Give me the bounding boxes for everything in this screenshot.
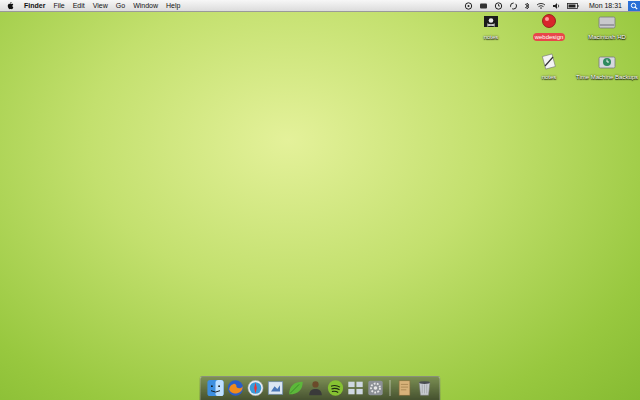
status-icon[interactable] xyxy=(479,2,488,10)
spotify-icon[interactable] xyxy=(327,379,345,397)
battery-icon[interactable] xyxy=(567,2,579,10)
desktop-icon[interactable]: Time Machine Backups xyxy=(578,52,636,90)
backup-icon xyxy=(597,52,617,72)
desktop-icon[interactable]: notes xyxy=(520,52,578,90)
clock[interactable]: Mon 18:31 xyxy=(589,0,622,11)
menu-item[interactable]: Help xyxy=(166,0,180,11)
desktop-icon[interactable]: notes xyxy=(462,12,520,50)
file-icon xyxy=(539,52,559,72)
timemachine-icon[interactable] xyxy=(494,2,503,10)
wifi-icon[interactable] xyxy=(536,2,546,10)
user-icon[interactable] xyxy=(307,379,325,397)
dock-separator xyxy=(390,380,391,396)
flag-icon xyxy=(481,12,501,32)
documents-icon[interactable] xyxy=(396,379,414,397)
desktop-icon[interactable]: Macintosh HD xyxy=(578,12,636,50)
volume-icon[interactable] xyxy=(552,2,561,10)
safari-icon[interactable] xyxy=(247,379,265,397)
system-preferences-icon[interactable] xyxy=(367,379,385,397)
menu-item[interactable]: Window xyxy=(133,0,158,11)
trash-icon[interactable] xyxy=(416,379,434,397)
firefox-icon[interactable] xyxy=(227,379,245,397)
desktop-icons: Macintosh HD Time Machine Backups webdes… xyxy=(462,12,636,90)
folder-icon xyxy=(539,12,559,32)
bluetooth-icon[interactable] xyxy=(524,2,530,10)
app-menu[interactable]: Finder xyxy=(24,0,45,11)
finder-icon[interactable] xyxy=(207,379,225,397)
menu-item[interactable]: View xyxy=(93,0,108,11)
desktop: Finder File Edit View Go Window Help Mon 18:3… xyxy=(0,0,640,400)
menu-item[interactable]: File xyxy=(53,0,64,11)
dock xyxy=(200,376,441,400)
spaces-icon[interactable] xyxy=(347,379,365,397)
apple-icon[interactable] xyxy=(6,1,14,10)
leaf-icon[interactable] xyxy=(287,379,305,397)
desktop-icon[interactable]: webdesign xyxy=(520,12,578,50)
menu-bar: Finder File Edit View Go Window Help Mon 18:3… xyxy=(0,0,640,12)
sync-icon[interactable] xyxy=(509,2,518,10)
status-icon[interactable] xyxy=(464,2,473,10)
mail-icon[interactable] xyxy=(267,379,285,397)
menu-item[interactable]: Edit xyxy=(73,0,85,11)
spotlight-icon[interactable] xyxy=(628,1,640,11)
disk-icon xyxy=(597,12,617,32)
menu-item[interactable]: Go xyxy=(116,0,125,11)
